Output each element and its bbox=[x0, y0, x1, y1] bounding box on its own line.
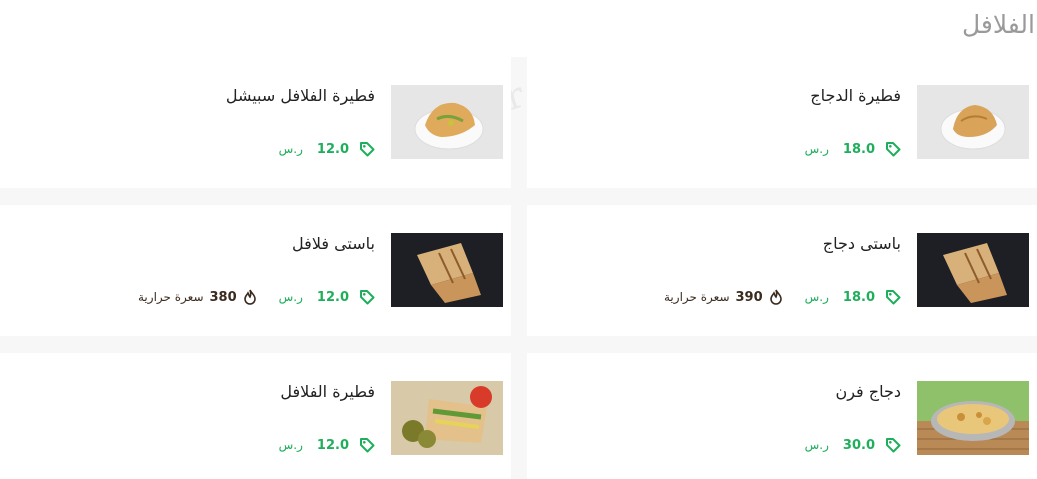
calories-value: 390 bbox=[735, 289, 763, 305]
menu-item-price: 30.0 bbox=[842, 437, 875, 453]
calories-block: 390 سعرة حرارية bbox=[664, 289, 783, 305]
price-tag-icon bbox=[360, 142, 375, 157]
menu-item-currency: ر.س bbox=[804, 290, 829, 304]
menu-item-image bbox=[391, 381, 503, 455]
price-tag-icon bbox=[886, 290, 901, 305]
menu-item-name: دجاج فرن bbox=[835, 382, 901, 401]
price-tag-icon bbox=[886, 438, 901, 453]
menu-item-meta: 12.0 ر.س 380 سعرة حرارية bbox=[138, 289, 375, 305]
menu-item-price: 12.0 bbox=[316, 437, 349, 453]
menu-item-name: فطيرة الفلافل سبيشل bbox=[225, 86, 375, 105]
menu-item-card[interactable]: باستى دجاج 18.0 ر.س 390 سعرة حرارية bbox=[527, 205, 1037, 336]
menu-item-image bbox=[917, 381, 1029, 455]
menu-item-meta: 12.0 ر.س bbox=[279, 141, 375, 157]
menu-item-meta: 18.0 ر.س 390 سعرة حرارية bbox=[664, 289, 901, 305]
menu-item-image bbox=[391, 85, 503, 159]
price-tag-icon bbox=[886, 142, 901, 157]
menu-item-currency: ر.س bbox=[804, 438, 829, 452]
menu-item-price: 18.0 bbox=[842, 141, 875, 157]
calories-unit: سعرة حرارية bbox=[664, 290, 730, 304]
menu-item-card[interactable]: فطيرة الفلافل سبيشل 12.0 ر.س bbox=[0, 57, 511, 188]
menu-item-card[interactable]: فطيرة الفلافل 12.0 ر.س bbox=[0, 353, 511, 479]
calories-value: 380 bbox=[209, 289, 237, 305]
menu-item-currency: ر.س bbox=[278, 438, 303, 452]
menu-item-meta: 12.0 ر.س bbox=[279, 437, 375, 453]
menu-item-card[interactable]: دجاج فرن 30.0 ر.س bbox=[527, 353, 1037, 479]
flame-icon bbox=[243, 289, 256, 305]
menu-item-meta: 30.0 ر.س bbox=[805, 437, 901, 453]
flame-icon bbox=[769, 289, 782, 305]
menu-item-price: 18.0 bbox=[842, 289, 875, 305]
price-tag-icon bbox=[360, 290, 375, 305]
menu-item-name: باستى دجاج bbox=[822, 234, 901, 253]
menu-item-card[interactable]: فطيرة الدجاج 18.0 ر.س bbox=[527, 57, 1037, 188]
menu-item-name: فطيرة الفلافل bbox=[280, 382, 375, 401]
menu-item-currency: ر.س bbox=[804, 142, 829, 156]
menu-item-meta: 18.0 ر.س bbox=[805, 141, 901, 157]
section-title: الفلافل bbox=[961, 10, 1035, 39]
price-tag-icon bbox=[360, 438, 375, 453]
menu-item-image bbox=[391, 233, 503, 307]
menu-item-name: فطيرة الدجاج bbox=[810, 86, 901, 105]
menu-item-price: 12.0 bbox=[316, 289, 349, 305]
menu-item-card[interactable]: باستى فلافل 12.0 ر.س 380 سعرة حرارية bbox=[0, 205, 511, 336]
menu-item-currency: ر.س bbox=[278, 142, 303, 156]
calories-unit: سعرة حرارية bbox=[138, 290, 204, 304]
section-header: الفلافل bbox=[0, 0, 1037, 57]
menu-item-name: باستى فلافل bbox=[292, 234, 375, 253]
menu-item-currency: ر.س bbox=[278, 290, 303, 304]
menu-item-image bbox=[917, 85, 1029, 159]
calories-block: 380 سعرة حرارية bbox=[138, 289, 257, 305]
menu-item-price: 12.0 bbox=[316, 141, 349, 157]
menu-item-image bbox=[917, 233, 1029, 307]
